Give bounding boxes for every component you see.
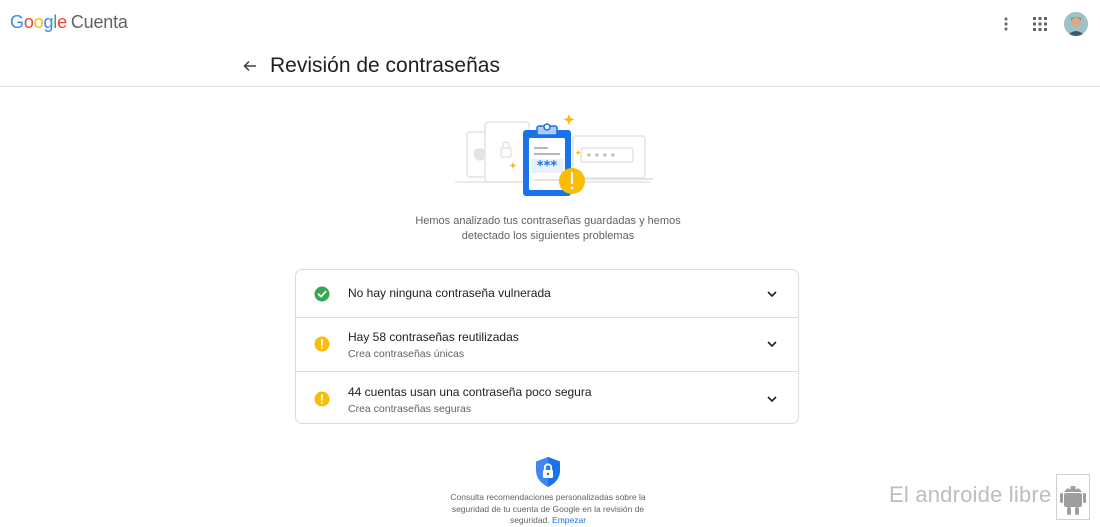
promo-line: seguridad. Empezar	[430, 515, 666, 527]
warning-circle-icon	[314, 336, 330, 352]
intro-line: Hemos analizado tus contraseñas guardada…	[415, 215, 681, 227]
check-circle-icon	[314, 286, 330, 302]
more-vert-icon[interactable]	[992, 10, 1020, 38]
shield-lock-icon	[535, 456, 561, 488]
logo-letter: o	[33, 12, 44, 32]
logo-letter: e	[57, 12, 67, 32]
issue-subtitle: Crea contraseñas únicas	[348, 348, 465, 360]
start-link[interactable]: Empezar	[552, 515, 586, 525]
top-actions	[986, 10, 1088, 38]
promo-line: seguridad de tu cuenta de Google en la r…	[451, 503, 645, 514]
password-checkup-illustration: ***	[445, 112, 660, 204]
promo-line: Consulta recomendaciones personalizadas …	[450, 492, 646, 502]
avatar[interactable]	[1064, 12, 1088, 36]
issue-row-weak[interactable]: 44 cuentas usan una contraseña poco segu…	[296, 371, 798, 423]
arrow-back-icon[interactable]	[238, 54, 262, 78]
intro-text: Hemos analizado tus contraseñas guardada…	[400, 214, 696, 244]
promo-text: seguridad.	[509, 515, 550, 525]
issue-title: Hay 58 contraseñas reutilizadas	[348, 330, 519, 344]
logo-letter: G	[10, 12, 24, 32]
issue-title: 44 cuentas usan una contraseña poco segu…	[348, 385, 592, 399]
logo-letter: o	[23, 12, 34, 32]
svg-text:***: ***	[537, 159, 558, 174]
android-robot-icon	[1056, 474, 1090, 520]
logo-letter: g	[43, 12, 54, 32]
password-issues-card: No hay ninguna contraseña vulnerada Hay …	[295, 269, 799, 424]
chevron-down-icon[interactable]	[764, 336, 780, 352]
chevron-down-icon[interactable]	[764, 286, 780, 302]
page-title: Revisión de contraseñas	[270, 54, 500, 77]
issue-row-reused[interactable]: Hay 58 contraseñas reutilizadas Crea con…	[296, 317, 798, 371]
security-checkup-promo: Consulta recomendaciones personalizadas …	[430, 492, 666, 527]
issue-title: No hay ninguna contraseña vulnerada	[348, 286, 551, 300]
warning-circle-icon	[314, 391, 330, 407]
chevron-down-icon[interactable]	[764, 391, 780, 407]
intro-line: detectado los siguientes problemas	[461, 230, 635, 242]
page-header: Revisión de contraseñas	[0, 46, 1100, 87]
apps-grid-icon[interactable]	[1026, 10, 1054, 38]
google-account-logo[interactable]: Google Cuenta	[10, 12, 128, 33]
issue-row-compromised[interactable]: No hay ninguna contraseña vulnerada	[296, 270, 798, 317]
product-name: Cuenta	[70, 12, 128, 32]
issue-subtitle: Crea contraseñas seguras	[348, 403, 472, 415]
top-bar: Google Cuenta	[0, 0, 1100, 46]
watermark-text: El androide libre	[889, 482, 1052, 507]
